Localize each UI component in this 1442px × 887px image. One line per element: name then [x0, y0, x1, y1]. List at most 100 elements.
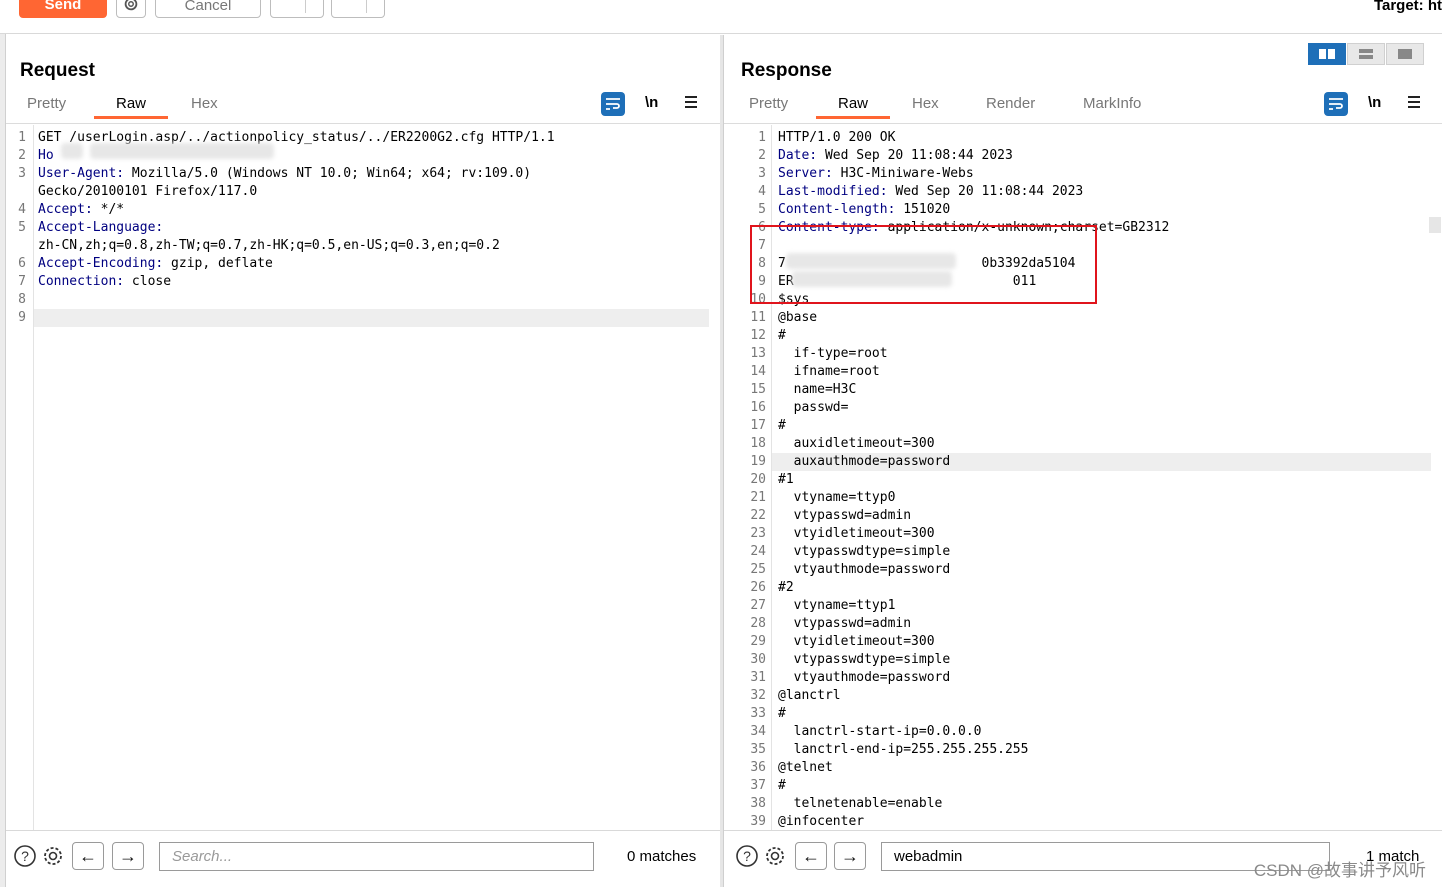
- line-text: @telnet: [778, 759, 833, 777]
- header-value: H3C-Miniware-Webs: [832, 166, 974, 181]
- header-value: #: [778, 418, 786, 433]
- code-line: 25 vtyauthmode=password: [724, 561, 1442, 579]
- watermark: CSDN @故事讲予风听: [1253, 861, 1426, 880]
- line-text: auxidletimeout=300: [778, 435, 935, 453]
- header-value: ifname=root: [778, 364, 880, 379]
- code-line: 11 @base: [724, 309, 1442, 327]
- response-menu-icon[interactable]: [1408, 96, 1420, 111]
- arrow-left-icon: ←: [79, 845, 97, 866]
- line-text: name=H3C: [778, 381, 857, 399]
- line-number: 39: [750, 814, 766, 829]
- code-line: 35 lanctrl-end-ip=255.255.255.255: [724, 741, 1442, 759]
- back-history-button[interactable]: [270, 0, 324, 18]
- request-search-input[interactable]: Search...: [159, 842, 594, 871]
- line-number: 32: [750, 688, 766, 703]
- request-editor[interactable]: 1 GET /userLogin.asp/../actionpolicy_stat…: [6, 125, 721, 830]
- vertical-scrollbar[interactable]: [1429, 217, 1441, 233]
- header-value: Mozilla/5.0 (Windows NT 10.0; Win64; x64…: [124, 166, 532, 181]
- response-wrap-toggle[interactable]: [1324, 92, 1348, 116]
- line-text: lanctrl-end-ip=255.255.255.255: [778, 741, 1029, 759]
- request-search-bar: ? ← → Search... 0 matches: [6, 830, 721, 887]
- header-value: vtyname=ttyp1: [778, 598, 896, 613]
- search-next-button[interactable]: →: [112, 842, 144, 870]
- code-line: 9: [6, 309, 721, 327]
- cancel-button[interactable]: Cancel: [155, 0, 261, 18]
- layout-side-by-side-button[interactable]: [1308, 43, 1346, 65]
- request-newline-toggle[interactable]: \n: [645, 94, 658, 111]
- line-number: 30: [750, 652, 766, 667]
- response-tab-markinfo[interactable]: MarkInfo: [1083, 95, 1141, 112]
- line-number: 29: [750, 634, 766, 649]
- line-number: 37: [750, 778, 766, 793]
- gear-icon[interactable]: [762, 843, 788, 869]
- line-text: @lanctrl: [778, 687, 841, 705]
- search-prev-button[interactable]: ←: [72, 842, 104, 870]
- search-prev-button[interactable]: ←: [795, 842, 827, 870]
- target-label[interactable]: Target: ht: [1374, 0, 1442, 14]
- layout-single-button[interactable]: [1386, 43, 1424, 65]
- line-number: 13: [750, 346, 766, 361]
- forward-history-button[interactable]: [331, 0, 385, 18]
- response-editor[interactable]: 1 HTTP/1.0 200 OK 2 Date: Wed Sep 20 11:08:…: [724, 125, 1442, 830]
- line-text: HTTP/1.0 200 OK: [778, 129, 895, 147]
- gear-icon[interactable]: [40, 843, 66, 869]
- line-text: Content-length: 151020: [778, 201, 950, 219]
- line-number: 14: [750, 364, 766, 379]
- line-number: 2: [758, 148, 766, 163]
- request-tab-pretty[interactable]: Pretty: [27, 95, 66, 112]
- header-value: vtyname=ttyp0: [778, 490, 896, 505]
- search-next-button[interactable]: →: [834, 842, 866, 870]
- layout-stacked-button[interactable]: [1347, 43, 1385, 65]
- request-tab-hex[interactable]: Hex: [191, 95, 218, 112]
- arrow-right-icon: →: [119, 845, 137, 866]
- response-tab-raw[interactable]: Raw: [815, 95, 891, 119]
- send-button[interactable]: Send: [19, 0, 107, 18]
- code-line: 21 vtyname=ttyp0: [724, 489, 1442, 507]
- line-number: 23: [750, 526, 766, 541]
- header-value: @telnet: [778, 760, 833, 775]
- line-text: vtypasswd=admin: [778, 615, 911, 633]
- line-text: Server: H3C-Miniware-Webs: [778, 165, 974, 183]
- line-text: User-Agent: Mozilla/5.0 (Windows NT 10.0…: [38, 165, 531, 183]
- settings-button[interactable]: [116, 0, 146, 18]
- code-line: 6 Accept-Encoding: gzip, deflate: [6, 255, 721, 273]
- line-number: 26: [750, 580, 766, 595]
- line-number: 3: [18, 166, 26, 181]
- help-icon[interactable]: ?: [734, 843, 760, 869]
- request-tab-raw[interactable]: Raw: [93, 95, 169, 119]
- response-tab-render[interactable]: Render: [986, 95, 1035, 112]
- code-line: 26 #2: [724, 579, 1442, 597]
- code-line: 4 Last-modified: Wed Sep 20 11:08:44 2023: [724, 183, 1442, 201]
- line-text: Date: Wed Sep 20 11:08:44 2023: [778, 147, 1013, 165]
- response-newline-toggle[interactable]: \n: [1368, 94, 1381, 111]
- header-name: Content-length:: [778, 202, 896, 217]
- request-wrap-toggle[interactable]: [601, 92, 625, 116]
- code-line: 13 if-type=root: [724, 345, 1442, 363]
- line-text: Connection: close: [38, 273, 171, 291]
- header-name: Date:: [778, 148, 818, 163]
- help-icon[interactable]: ?: [12, 843, 38, 869]
- code-line: 2 Date: Wed Sep 20 11:08:44 2023: [724, 147, 1442, 165]
- response-tab-pretty[interactable]: Pretty: [749, 95, 788, 112]
- code-line: 3 User-Agent: Mozilla/5.0 (Windows NT 10.…: [6, 165, 721, 183]
- code-line: 31 vtyauthmode=password: [724, 669, 1442, 687]
- header-value: #2: [778, 580, 794, 595]
- response-search-bar: ? ← → webadmin 1 match CSDN @故事讲予风听: [724, 830, 1442, 887]
- code-line: 30 vtypasswdtype=simple: [724, 651, 1442, 669]
- code-line: 17 #: [724, 417, 1442, 435]
- header-value: #1: [778, 472, 794, 487]
- header-value: lanctrl-start-ip=0.0.0.0: [778, 724, 982, 739]
- header-value: vtypasswdtype=simple: [778, 652, 951, 667]
- response-tab-hex[interactable]: Hex: [912, 95, 939, 112]
- line-number: 38: [750, 796, 766, 811]
- line-number: 27: [750, 598, 766, 613]
- header-value: telnetenable=enable: [778, 796, 943, 811]
- header-name: Accept-Language:: [38, 220, 164, 235]
- request-panel: Request Pretty Raw Hex \n 1 GET /userLogi…: [6, 35, 721, 887]
- request-menu-icon[interactable]: [685, 96, 697, 111]
- single-pane-icon: [1398, 49, 1412, 59]
- line-number: 8: [18, 292, 26, 307]
- header-value: close: [124, 274, 172, 289]
- header-value: 151020: [895, 202, 951, 217]
- line-number: 11: [750, 310, 766, 325]
